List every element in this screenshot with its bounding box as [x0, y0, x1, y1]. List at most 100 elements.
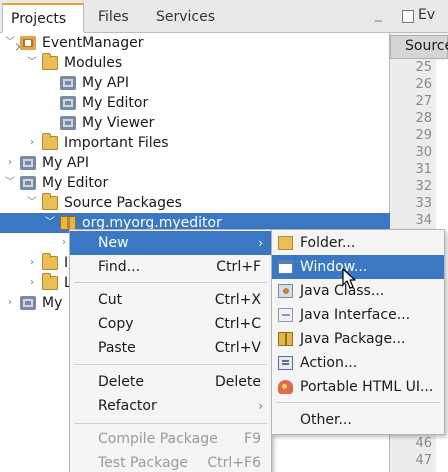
submenu-item-label: Other... — [300, 412, 352, 428]
line-number: 47 — [415, 453, 432, 468]
tab-files-label: Files — [98, 9, 129, 25]
submenu-item-window[interactable]: Window... — [272, 255, 444, 279]
menu-item-delete[interactable]: Delete Delete — [70, 370, 271, 394]
chevron-down-icon[interactable]: ﹀ — [26, 53, 38, 73]
submenu-item-java-interface[interactable]: Java Interface... — [272, 303, 444, 327]
source-label: Source — [405, 38, 448, 54]
editor-tab[interactable]: Ev — [390, 0, 448, 33]
menu-item-compile-package[interactable]: Compile Package F9 — [70, 427, 271, 451]
line-number: 27 — [415, 94, 432, 109]
submenu-item-java-class[interactable]: Java Class... — [272, 279, 444, 303]
mouse-pointer-icon — [342, 268, 356, 289]
java-interface-icon — [278, 308, 293, 322]
menu-separator — [276, 402, 440, 403]
tab-services[interactable]: Services — [148, 3, 228, 33]
submenu-item-other[interactable]: Other... — [272, 408, 444, 432]
tree-label: My — [42, 295, 63, 311]
menu-item-refactor[interactable]: Refactor › — [70, 394, 271, 418]
submenu-item-java-package[interactable]: Java Package... — [272, 327, 444, 351]
tree-label: My Viewer — [82, 115, 155, 131]
tab-projects-label: Projects — [11, 11, 67, 27]
tree-node-module-my-editor[interactable]: My Editor — [0, 93, 390, 113]
chevron-down-icon[interactable]: ﹀ — [26, 193, 38, 213]
chevron-right-icon[interactable]: › — [4, 153, 16, 173]
menu-separator — [74, 282, 267, 283]
menu-item-shortcut: Delete — [215, 374, 261, 390]
tab-projects[interactable]: Projects × — [2, 3, 84, 55]
menu-item-new[interactable]: New › — [70, 231, 271, 255]
folder-icon — [42, 253, 58, 270]
tree-node-source-packages[interactable]: ﹀ Source Packages — [0, 193, 390, 213]
submenu-item-label: Java Interface... — [300, 307, 411, 323]
folder-icon — [278, 236, 293, 250]
java-package-icon — [278, 332, 293, 346]
menu-item-test-package[interactable]: Test Package Ctrl+F6 — [70, 451, 271, 472]
submenu-arrow-icon: › — [258, 399, 263, 413]
module-icon — [20, 156, 36, 170]
package-icon — [60, 216, 76, 230]
menu-item-shortcut: Ctrl+V — [214, 340, 261, 356]
tree-label: Modules — [64, 55, 123, 71]
tree-label: My Editor — [82, 95, 149, 111]
module-icon — [60, 76, 76, 90]
menu-item-label: New — [98, 235, 129, 251]
line-number: 32 — [415, 179, 432, 194]
menu-separator — [74, 423, 267, 424]
menu-item-label: Test Package — [98, 455, 189, 471]
menu-item-shortcut: Ctrl+F6 — [207, 455, 261, 471]
menu-separator — [74, 364, 267, 365]
project-suite-icon — [20, 36, 36, 50]
submenu-item-folder[interactable]: Folder... — [272, 231, 444, 255]
window-icon — [278, 260, 293, 274]
menu-item-label: Delete — [98, 374, 144, 390]
module-icon — [60, 116, 76, 130]
tree-node-module-my-viewer[interactable]: My Viewer — [0, 113, 390, 133]
tree-label: My API — [42, 155, 89, 171]
submenu-arrow-icon: › — [258, 236, 263, 250]
tree-node-important-files[interactable]: › Important Files — [0, 133, 390, 153]
line-number: 31 — [415, 162, 432, 177]
chevron-down-icon[interactable]: ﹀ — [4, 173, 16, 193]
tree-node-modules[interactable]: ﹀ Modules — [0, 53, 390, 73]
chevron-right-icon[interactable]: › — [26, 133, 38, 153]
chevron-right-icon[interactable]: › — [26, 273, 38, 293]
tab-files[interactable]: Files — [90, 3, 150, 33]
minimize-icon[interactable]: _ — [375, 6, 382, 22]
menu-item-shortcut: Ctrl+X — [214, 292, 261, 308]
submenu-item-label: Java Package... — [300, 331, 406, 347]
html-ui-icon — [278, 380, 293, 394]
menu-item-paste[interactable]: Paste Ctrl+V — [70, 336, 271, 360]
menu-item-label: Compile Package — [98, 431, 218, 447]
chevron-down-icon[interactable]: ﹀ — [44, 213, 56, 233]
menu-item-find[interactable]: Find... Ctrl+F — [70, 255, 271, 279]
tree-node-eventmanager[interactable]: ﹀ EventManager — [0, 33, 390, 53]
tree-label: EventManager — [42, 35, 144, 51]
line-number: 30 — [415, 145, 432, 160]
menu-item-cut[interactable]: Cut Ctrl+X — [70, 288, 271, 312]
submenu-item-label: Portable HTML UI... — [300, 379, 434, 395]
tree-node-my-api[interactable]: › My API — [0, 153, 390, 173]
chevron-right-icon[interactable]: › — [26, 253, 38, 273]
editor-tab-label: Ev — [418, 7, 436, 23]
line-number: 29 — [415, 128, 432, 143]
action-icon — [278, 356, 293, 370]
tree-node-module-my-api[interactable]: My API — [0, 73, 390, 93]
submenu-item-portable-html-ui[interactable]: Portable HTML UI... — [272, 375, 444, 399]
chevron-down-icon[interactable]: ﹀ — [4, 33, 16, 53]
tree-node-my-editor[interactable]: ﹀ My Editor — [0, 173, 390, 193]
tree-label: My API — [82, 75, 129, 91]
menu-item-shortcut: Ctrl+C — [214, 316, 261, 332]
line-number: 25 — [415, 60, 432, 75]
menu-item-shortcut: Ctrl+F — [216, 259, 261, 275]
submenu-item-action[interactable]: Action... — [272, 351, 444, 375]
menu-item-copy[interactable]: Copy Ctrl+C — [70, 312, 271, 336]
source-toggle[interactable]: Source — [390, 35, 448, 59]
tree-label: I — [64, 255, 69, 271]
line-number: 34 — [415, 213, 432, 228]
folder-icon — [42, 133, 58, 150]
chevron-right-icon[interactable]: › — [4, 293, 16, 313]
tab-services-label: Services — [156, 9, 216, 25]
java-class-icon — [278, 284, 293, 298]
tree-label: Source Packages — [64, 195, 182, 211]
menu-item-shortcut: F9 — [244, 431, 261, 447]
